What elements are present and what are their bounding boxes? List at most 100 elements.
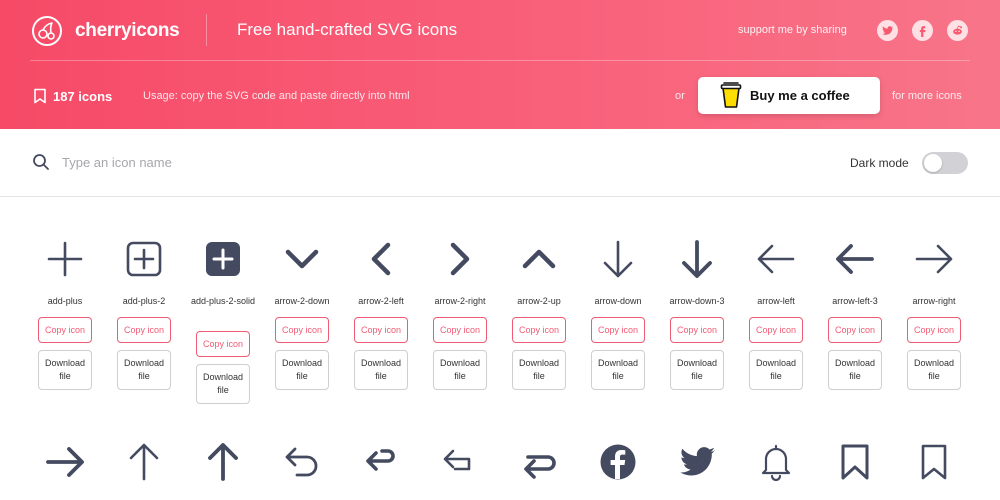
icon-card xyxy=(25,443,105,500)
icon-count-label: 187 icons xyxy=(53,88,113,104)
buy-me-a-coffee-button[interactable]: Buy me a coffee xyxy=(698,77,880,114)
or-text: or xyxy=(675,90,685,102)
add-plus-2-solid-icon[interactable] xyxy=(204,240,242,278)
bookmark-2-icon[interactable] xyxy=(915,443,953,481)
download-file-button[interactable]: Download file xyxy=(670,350,724,390)
header-divider xyxy=(206,14,207,46)
icon-card: arrow-right Copy icon Download file xyxy=(894,240,974,410)
icon-card xyxy=(578,443,658,500)
copy-icon-button[interactable]: Copy icon xyxy=(907,317,961,343)
copy-icon-button[interactable]: Copy icon xyxy=(38,317,92,343)
icon-card: add-plus-2-solid Copy icon Download file xyxy=(183,240,263,410)
twitter-icon[interactable] xyxy=(678,443,716,481)
tagline: Free hand-crafted SVG icons xyxy=(237,20,458,39)
brand-name: cherryicons xyxy=(75,20,180,41)
download-file-button[interactable]: Download file xyxy=(117,350,171,390)
icon-name-label: add-plus xyxy=(47,296,83,306)
share-text: support me by sharing xyxy=(738,24,847,36)
twitter-share-icon[interactable] xyxy=(877,20,898,41)
copy-icon-button[interactable]: Copy icon xyxy=(433,317,487,343)
icon-name-label: arrow-down-3 xyxy=(669,296,725,306)
icon-card xyxy=(657,443,737,500)
site-header: cherryicons Free hand-crafted SVG icons … xyxy=(0,0,1000,129)
header-divider-line xyxy=(30,60,970,61)
copy-icon-button[interactable]: Copy icon xyxy=(749,317,803,343)
arrow-2-left-icon[interactable] xyxy=(362,240,400,278)
logo[interactable]: cherryicons xyxy=(31,15,180,47)
download-file-button[interactable]: Download file xyxy=(749,350,803,390)
icon-name-label: arrow-2-right xyxy=(434,296,486,306)
icon-card: arrow-down Copy icon Download file xyxy=(578,240,658,410)
download-file-button[interactable]: Download file xyxy=(907,350,961,390)
icon-name-label: add-plus-2-solid xyxy=(190,296,256,306)
icon-card: arrow-down-3 Copy icon Download file xyxy=(657,240,737,410)
add-plus-icon[interactable] xyxy=(46,240,84,278)
arrow-right-3-icon[interactable] xyxy=(46,443,84,481)
arrow-2-right-icon[interactable] xyxy=(441,240,479,278)
download-file-button[interactable]: Download file xyxy=(275,350,329,390)
back-2-icon[interactable] xyxy=(441,443,479,481)
arrow-left-icon[interactable] xyxy=(757,240,795,278)
icon-card xyxy=(183,443,263,500)
icon-card: arrow-2-down Copy icon Download file xyxy=(262,240,342,410)
arrow-left-3-icon[interactable] xyxy=(836,240,874,278)
icon-card: add-plus-2 Copy icon Download file xyxy=(104,240,184,410)
arrow-down-icon[interactable] xyxy=(599,240,637,278)
icon-name-label: arrow-2-up xyxy=(517,296,561,306)
icon-card xyxy=(341,443,421,500)
arrow-up-icon[interactable] xyxy=(125,443,163,481)
back-icon[interactable] xyxy=(283,443,321,481)
arrow-2-down-icon[interactable] xyxy=(283,240,321,278)
copy-icon-button[interactable]: Copy icon xyxy=(591,317,645,343)
download-file-button[interactable]: Download file xyxy=(433,350,487,390)
download-file-button[interactable]: Download file xyxy=(196,364,250,404)
copy-icon-button[interactable]: Copy icon xyxy=(117,317,171,343)
download-file-button[interactable]: Download file xyxy=(512,350,566,390)
copy-icon-button[interactable]: Copy icon xyxy=(828,317,882,343)
arrow-down-3-icon[interactable] xyxy=(678,240,716,278)
download-file-button[interactable]: Download file xyxy=(828,350,882,390)
copy-icon-button[interactable]: Copy icon xyxy=(275,317,329,343)
back-3-icon[interactable] xyxy=(362,443,400,481)
search-bar: Dark mode xyxy=(0,129,1000,197)
icon-card xyxy=(815,443,895,500)
coffee-cup-icon xyxy=(720,82,742,108)
arrow-right-icon[interactable] xyxy=(915,240,953,278)
facebook-icon[interactable] xyxy=(599,443,637,481)
reddit-share-icon[interactable] xyxy=(947,20,968,41)
copy-icon-button[interactable]: Copy icon xyxy=(196,331,250,357)
cherry-logo-icon xyxy=(32,16,62,46)
copy-icon-button[interactable]: Copy icon xyxy=(670,317,724,343)
icon-card: arrow-2-right Copy icon Download file xyxy=(420,240,500,410)
icon-card: arrow-2-up Copy icon Download file xyxy=(499,240,579,410)
icon-card: add-plus Copy icon Download file xyxy=(25,240,105,410)
arrow-2-up-icon[interactable] xyxy=(520,240,558,278)
copy-icon-button[interactable]: Copy icon xyxy=(354,317,408,343)
bookmark-icon[interactable] xyxy=(836,443,874,481)
usage-text: Usage: copy the SVG code and paste direc… xyxy=(143,90,410,102)
icon-card xyxy=(499,443,579,500)
back-4-icon[interactable] xyxy=(520,443,558,481)
icon-name-label: arrow-2-down xyxy=(274,296,330,306)
copy-icon-button[interactable]: Copy icon xyxy=(512,317,566,343)
arrow-up-3-icon[interactable] xyxy=(204,443,242,481)
icon-name-label: arrow-down xyxy=(594,296,642,306)
icon-card xyxy=(262,443,342,500)
dark-mode-toggle[interactable] xyxy=(922,152,968,174)
add-plus-2-icon[interactable] xyxy=(125,240,163,278)
facebook-share-icon[interactable] xyxy=(912,20,933,41)
bell-icon[interactable] xyxy=(757,443,795,482)
dark-mode-label: Dark mode xyxy=(850,156,909,170)
icon-card: arrow-2-left Copy icon Download file xyxy=(341,240,421,410)
toggle-knob xyxy=(924,154,942,172)
icon-card xyxy=(736,443,816,500)
download-file-button[interactable]: Download file xyxy=(591,350,645,390)
coffee-button-label: Buy me a coffee xyxy=(750,88,850,103)
icon-name-label: arrow-2-left xyxy=(358,296,404,306)
icon-name-label: arrow-left-3 xyxy=(832,296,878,306)
icon-name-label: arrow-left xyxy=(757,296,795,306)
search-icon xyxy=(33,154,49,170)
download-file-button[interactable]: Download file xyxy=(38,350,92,390)
search-input[interactable] xyxy=(62,151,462,173)
download-file-button[interactable]: Download file xyxy=(354,350,408,390)
